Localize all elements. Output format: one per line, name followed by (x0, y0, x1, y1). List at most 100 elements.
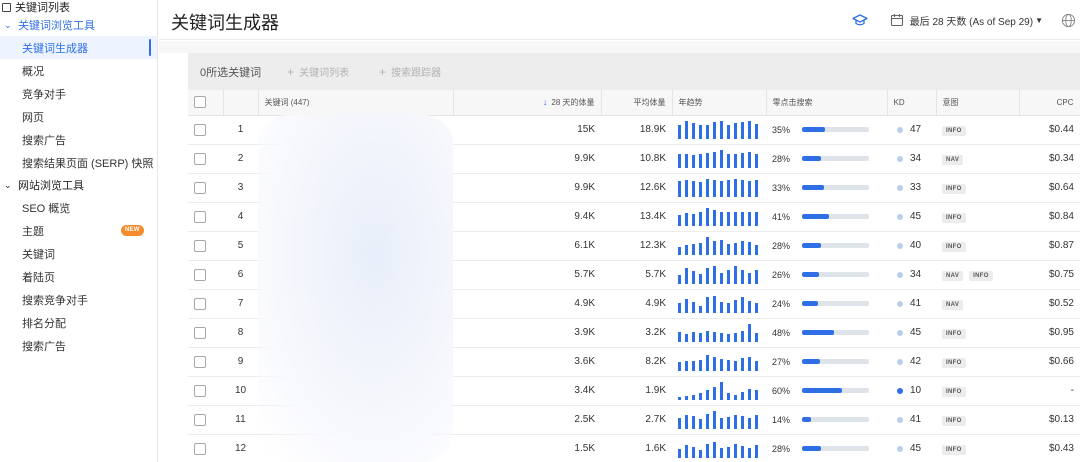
sidebar-item-search-ads-2[interactable]: 搜索广告 (0, 334, 157, 357)
kd-indicator: 34 (893, 153, 930, 164)
kd-column-header[interactable]: KD (887, 90, 937, 116)
intent-cell: INFO (936, 231, 1019, 260)
sidebar-item-search-ads[interactable]: 搜索广告 (0, 128, 157, 151)
volume-cell: 3.4K (574, 385, 595, 396)
row-checkbox[interactable] (194, 384, 206, 397)
sidebar-item-label: 主题 (22, 225, 44, 238)
caret-down-icon[interactable]: ▼ (1035, 16, 1043, 25)
trend-bar (727, 153, 730, 168)
intent-cell: INFO (936, 347, 1019, 376)
kd-cell: 40 (887, 231, 936, 260)
cpc-cell: $0.84 (1048, 211, 1074, 222)
trend-bar (685, 267, 688, 284)
row-checkbox[interactable] (194, 268, 206, 281)
zero-click-fill (802, 330, 835, 335)
trend-bar (748, 211, 751, 226)
add-to-tracker-button[interactable]: + 搜索跟踪器 (379, 64, 441, 80)
kd-dot-icon (897, 358, 903, 365)
sidebar-item-keywords[interactable]: 关键词 (0, 242, 157, 265)
row-checkbox[interactable] (194, 413, 206, 426)
sidebar-item-competitors[interactable]: 竞争对手 (0, 82, 157, 105)
trend-bar (713, 121, 716, 139)
trend-bar (713, 295, 716, 313)
trend-bar (678, 246, 681, 255)
zero-click-cell: 24% (766, 289, 887, 318)
add-to-list-button[interactable]: + 关键词列表 (287, 64, 349, 80)
zero-click-column-header[interactable]: 零点击搜索 (766, 90, 888, 116)
row-checkbox[interactable] (194, 152, 206, 165)
zero-click-fill (802, 127, 826, 132)
row-index: 1 (237, 124, 244, 135)
avg-volume-cell: 2.7K (645, 414, 666, 425)
row-checkbox[interactable] (194, 210, 206, 223)
zero-click-track (802, 330, 869, 335)
intent-column-header[interactable]: 意图 (936, 90, 1020, 116)
intent-cell: NAV INFO (936, 260, 1019, 289)
trend-bar (748, 356, 751, 371)
row-checkbox[interactable] (194, 326, 206, 339)
trend-bar (706, 152, 709, 168)
sidebar-item-topics[interactable]: 主题 NEW (0, 219, 157, 242)
trend-bar (727, 302, 730, 313)
kd-indicator: 41 (893, 298, 930, 309)
row-index: 2 (237, 153, 244, 164)
row-checkbox[interactable] (194, 442, 206, 455)
sidebar-item-landing-pages[interactable]: 着陆页 (0, 265, 157, 288)
trend-bar (720, 149, 723, 168)
trend-column-header[interactable]: 年趋势 (672, 90, 767, 116)
trend-bar (685, 153, 688, 168)
volume-column-header[interactable]: ↓ 28 天的体量 (453, 90, 602, 116)
avg-volume-column-header[interactable]: 平均体量 (601, 90, 673, 116)
cpc-cell: $0.87 (1048, 240, 1074, 251)
intent-cell: NAV (936, 289, 1019, 318)
cpc-cell: $0.64 (1048, 182, 1074, 193)
intent-badge: NAV (942, 299, 964, 310)
volume-cell: 2.5K (574, 414, 595, 425)
keyword-column-header[interactable]: 关键词 (447) (258, 90, 454, 116)
trend-bar (713, 331, 716, 342)
sidebar-group-label: 网站浏览工具 (18, 180, 84, 192)
row-checkbox[interactable] (194, 297, 206, 310)
trend-bar (699, 449, 702, 458)
trend-bar (713, 151, 716, 168)
sidebar-item-seo-overview[interactable]: SEO 概览 (0, 196, 157, 219)
kd-indicator: 45 (893, 327, 930, 338)
avg-volume-cell: 8.2K (645, 356, 666, 367)
intent-badge: INFO (942, 183, 966, 194)
select-all-checkbox[interactable] (194, 96, 206, 109)
sidebar-item-rank-distribution[interactable]: 排名分配 (0, 311, 157, 334)
kd-indicator: 42 (893, 356, 930, 367)
sidebar-item-label: 排名分配 (22, 317, 66, 330)
cpc-column-header[interactable]: CPC (1019, 90, 1080, 116)
table-header-row: 关键词 (447) ↓ 28 天的体量 平均体量 年趋势 零点击搜索 KD 意图 … (188, 90, 1080, 116)
kd-indicator: 33 (893, 182, 930, 193)
trend-bar (741, 391, 744, 400)
zero-click-cell: 41% (766, 202, 887, 231)
row-checkbox[interactable] (194, 355, 206, 368)
calendar-icon[interactable] (890, 13, 904, 27)
trend-bar (755, 211, 758, 226)
date-range-label[interactable]: 最后 28 天数 (As of Sep 29) (910, 13, 1033, 28)
zero-click-track (802, 127, 869, 132)
kd-cell: 34 (887, 260, 936, 289)
sidebar-item-keyword-generator[interactable]: 关键词生成器 (0, 36, 157, 59)
intent-badge: NAV (942, 270, 964, 281)
sidebar-group-site-tools[interactable]: ⌄ 网站浏览工具 (0, 174, 157, 196)
sidebar-item-keyword-list[interactable]: 关键词列表 (0, 0, 157, 14)
trend-bar (755, 444, 758, 458)
sidebar-item-serp-snapshot[interactable]: 搜索结果页面 (SERP) 快照 (0, 151, 157, 174)
row-checkbox[interactable] (194, 181, 206, 194)
globe-icon[interactable] (1061, 13, 1076, 28)
sidebar-item-pages[interactable]: 网页 (0, 105, 157, 128)
trend-bar (727, 269, 730, 284)
sidebar-item-overview[interactable]: 概况 (0, 59, 157, 82)
page-header: 关键词生成器 最后 28 天数 (As of Sep 29) ▼ (159, 0, 1080, 40)
trend-bar (741, 296, 744, 313)
sidebar-item-search-competitors[interactable]: 搜索竞争对手 (0, 288, 157, 311)
sidebar-group-keyword-tools[interactable]: ⌄ 关键词浏览工具 (0, 14, 157, 36)
row-checkbox[interactable] (194, 239, 206, 252)
trend-bar (748, 323, 751, 342)
row-checkbox[interactable] (194, 123, 206, 136)
graduation-cap-icon[interactable] (852, 12, 868, 28)
row-select-cell (188, 231, 223, 260)
